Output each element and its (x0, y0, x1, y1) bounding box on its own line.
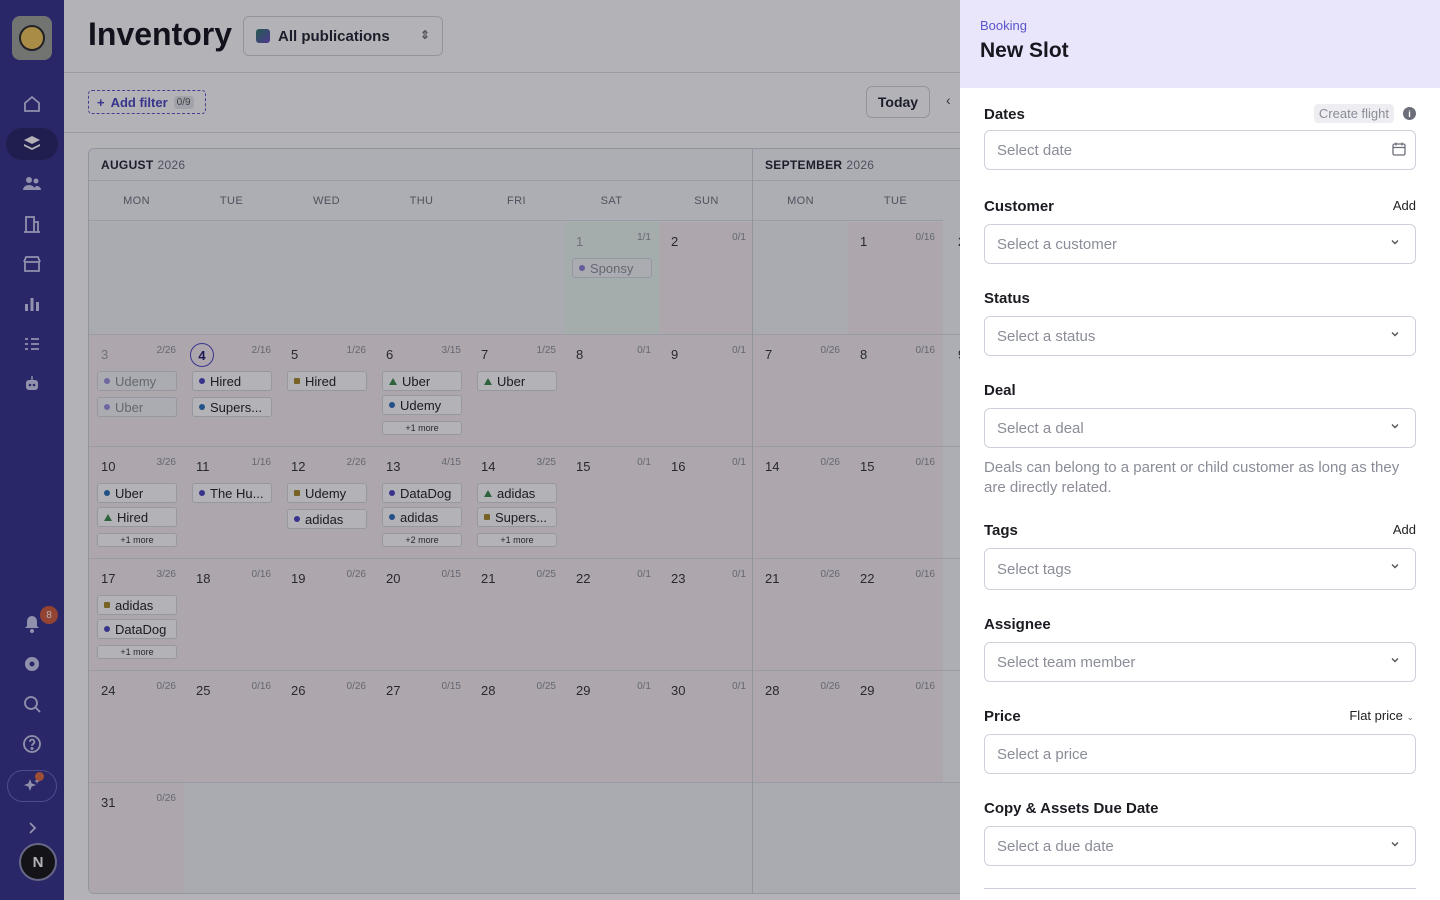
price-field: Price Flat price ⌄ Select a price (984, 708, 1416, 774)
status-field: Status Select a status (984, 290, 1416, 356)
divider (984, 888, 1416, 889)
status-label: Status (984, 290, 1030, 307)
customer-select[interactable]: Select a customer (984, 224, 1416, 264)
due-date-field: Copy & Assets Due Date Select a due date (984, 800, 1416, 866)
create-flight-button[interactable]: Create flight (1313, 104, 1394, 123)
chevron-down-icon (1391, 658, 1399, 663)
chevron-down-icon (1391, 564, 1399, 569)
chevron-down-icon: ⌄ (1406, 712, 1414, 722)
info-icon[interactable]: i (1403, 107, 1416, 120)
price-placeholder: Select a price (997, 745, 1088, 763)
due-date-placeholder: Select a due date (997, 837, 1114, 855)
date-placeholder: Select date (997, 141, 1073, 159)
deal-field: Deal Select a deal Deals can belong to a… (984, 382, 1416, 496)
customer-label: Customer (984, 198, 1055, 215)
add-tag-button[interactable]: Add (1393, 522, 1416, 537)
chevron-down-icon (1391, 842, 1399, 847)
chevron-down-icon (1391, 424, 1399, 429)
customer-field: Customer Add Select a customer (984, 198, 1416, 264)
tags-select[interactable]: Select tags (984, 548, 1416, 590)
drawer-header: Booking New Slot (960, 0, 1440, 88)
customer-placeholder: Select a customer (997, 235, 1118, 253)
due-date-select[interactable]: Select a due date (984, 826, 1416, 866)
tags-field: Tags Add Select tags (984, 522, 1416, 590)
dates-field: Dates Create flight i Select date (984, 104, 1416, 170)
assignee-select[interactable]: Select team member (984, 642, 1416, 682)
deal-help-text: Deals can belong to a parent or child cu… (984, 459, 1400, 496)
price-mode-select[interactable]: Flat price ⌄ (1349, 708, 1414, 723)
chevron-down-icon (1391, 240, 1399, 245)
calendar-icon (1392, 142, 1406, 156)
tags-label: Tags (984, 522, 1018, 539)
chevron-down-icon (1391, 332, 1399, 337)
drawer-kicker: Booking (980, 18, 1027, 33)
status-select[interactable]: Select a status (984, 316, 1416, 356)
assignee-label: Assignee (984, 616, 1051, 633)
deal-label: Deal (984, 382, 1016, 399)
drawer-title: New Slot (980, 39, 1069, 62)
status-placeholder: Select a status (997, 327, 1096, 345)
tags-placeholder: Select tags (997, 560, 1072, 578)
deal-select[interactable]: Select a deal (984, 408, 1416, 448)
price-input[interactable]: Select a price (984, 734, 1416, 774)
date-input[interactable]: Select date (984, 130, 1416, 170)
modal-backdrop[interactable] (0, 0, 960, 900)
deal-placeholder: Select a deal (997, 419, 1084, 437)
assignee-placeholder: Select team member (997, 653, 1136, 671)
add-customer-button[interactable]: Add (1393, 198, 1416, 213)
due-date-label: Copy & Assets Due Date (984, 800, 1159, 817)
price-mode-label: Flat price (1349, 708, 1403, 723)
new-slot-drawer: Booking New Slot Dates Create flight i S… (960, 0, 1440, 900)
assignee-field: Assignee Select team member (984, 616, 1416, 682)
